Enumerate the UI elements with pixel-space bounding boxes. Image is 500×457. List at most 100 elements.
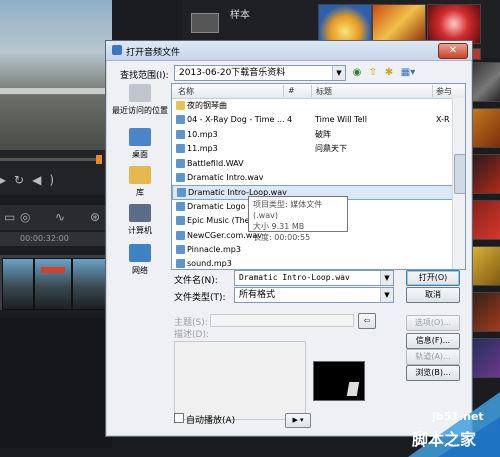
scan-button[interactable]: 轨道(A)... [406,349,460,365]
file-row[interactable]: Dramatic Intro.wav [172,171,452,184]
audio-file-icon [346,382,360,396]
file-title: 破阵 [315,129,331,139]
storyboard-icon[interactable]: ▭ [4,210,15,224]
scrub-handle[interactable] [96,155,102,164]
autoplay-checkbox[interactable] [174,413,184,423]
audio-file-icon [176,245,185,254]
back-icon[interactable]: ◉ [350,66,364,80]
file-title: Time Will Tell [315,115,367,125]
new-folder-icon[interactable]: ✱ [382,66,396,80]
place-computer[interactable]: 计算机 [108,204,172,236]
column-name[interactable]: 名称 [178,86,194,97]
fx-icon[interactable]: ⊛ [90,210,100,224]
file-name: Pinnacle.mp3 [187,245,241,254]
file-row[interactable]: Battlefild.WAV [172,157,452,170]
file-artist: X-R [436,115,450,125]
browse-button[interactable]: 浏览(B)... [406,365,460,381]
libraries-icon [129,166,151,184]
place-desktop[interactable]: 桌面 [108,128,172,160]
step-icon[interactable]: ▸ [0,173,14,187]
cancel-button[interactable]: 取消 [406,287,460,303]
file-list-scrollbar[interactable] [452,98,465,269]
file-row[interactable]: sound.mp3 [172,257,452,269]
file-row[interactable]: Pinnacle.mp3 [172,243,452,256]
audio-file-icon [176,230,185,240]
place-label: 计算机 [128,226,152,235]
repeat-icon[interactable]: ↻ [14,173,32,187]
video-preview [0,0,112,150]
description-field[interactable] [174,341,306,420]
dialog-titlebar[interactable]: 打开音频文件 ✕ [106,41,472,61]
timeline-clip[interactable] [34,258,72,310]
volume-icon[interactable]: ◀) [32,173,62,187]
audio-file-icon [176,129,185,139]
file-row[interactable]: 11.mp3 问鼎天下 [172,142,452,155]
film-icon[interactable]: ◎ [20,210,30,224]
column-title[interactable]: 标题 [316,86,332,97]
network-icon [129,244,151,262]
preview-guardrail [0,88,112,94]
watermark-site: jb51.net [432,410,484,423]
column-number[interactable]: # [288,86,295,95]
timeline-clip[interactable] [2,258,34,310]
library-thumbnail[interactable] [372,4,426,44]
audio-file-icon [176,259,185,269]
file-title: 问鼎天下 [315,144,347,154]
options-button[interactable]: 选项(O)... [406,315,460,331]
audio-file-icon [176,173,185,182]
file-row[interactable]: 04 - X-Ray Dog - Time ... 4 Time Will Tell… [172,113,452,126]
play-button[interactable]: ▶ ▾ [285,413,311,428]
filetype-value: 所有格式 [239,290,276,300]
file-list-header: 名称 # 标题 参与 [172,84,465,99]
folder-icon [176,101,185,110]
audio-wave-icon[interactable]: ∿ [55,210,65,224]
file-name: Epic Music (The... [187,216,258,226]
library-folder-icon[interactable] [191,13,219,33]
timeline-ruler: 00:00:32:00 [0,232,112,246]
tooltip-type: 项目类型: 媒体文件 (.wav) [253,200,323,220]
place-label: 最近访问的位置 [112,106,168,115]
scrub-bar[interactable] [0,158,100,161]
app-icon [112,45,122,55]
file-row[interactable]: 10.mp3 破阵 [172,128,452,141]
look-in-dropdown[interactable]: 2013-06-20下载音乐资料 ▼ [174,65,346,81]
preview-thumbnail [313,361,365,401]
preview-road [0,95,112,150]
file-name: Dramatic Intro.wav [187,173,264,182]
look-in-value: 2013-06-20下载音乐资料 [179,68,286,78]
place-label: 库 [136,188,144,197]
filetype-dropdown[interactable]: 所有格式 ▼ [234,287,394,303]
file-tooltip: 项目类型: 媒体文件 (.wav) 大小 9.31 MB 长度: 00:00:5… [248,196,348,242]
look-in-label: 查找范围(I): [120,71,169,81]
file-name: 夜的钢琴曲 [187,101,227,110]
place-libraries[interactable]: 库 [108,166,172,198]
file-row[interactable]: 夜的钢琴曲 [172,99,452,112]
place-label: 桌面 [132,150,148,159]
description-label: 描述(D): [174,330,209,340]
open-button[interactable]: 打开(O) [406,270,460,286]
column-artist[interactable]: 参与 [436,86,452,97]
audio-file-icon [177,188,186,198]
scrollbar-thumb[interactable] [454,154,465,194]
info-button[interactable]: 信息(F)... [406,333,460,349]
place-network[interactable]: 网络 [108,244,172,276]
file-name: 11.mp3 [187,144,218,154]
file-name: 10.mp3 [187,129,218,139]
desktop-icon [129,128,151,146]
filename-field[interactable]: Dramatic Intro-Loop.wav ▼ [234,270,394,286]
close-button[interactable]: ✕ [438,43,468,59]
up-folder-icon[interactable]: ⇧ [366,66,380,80]
chevron-down-icon: ▼ [332,66,345,80]
chevron-down-icon: ▼ [380,288,393,302]
view-menu-icon[interactable]: ▦▾ [398,66,418,80]
file-name: 04 - X-Ray Dog - Time ... [187,115,285,125]
filename-label: 文件名(N): [174,276,218,286]
playback-icons[interactable]: ▸↻◀) [0,173,62,187]
enter-arrow-icon[interactable]: ⇦ [358,313,376,329]
library-thumbnail[interactable] [427,4,481,44]
timeline-clip[interactable] [72,258,108,310]
library-thumbnail[interactable] [318,4,372,44]
subject-field[interactable] [210,314,354,327]
tooltip-length: 长度: 00:00:55 [253,233,311,242]
place-recent[interactable]: 最近访问的位置 [108,84,172,116]
